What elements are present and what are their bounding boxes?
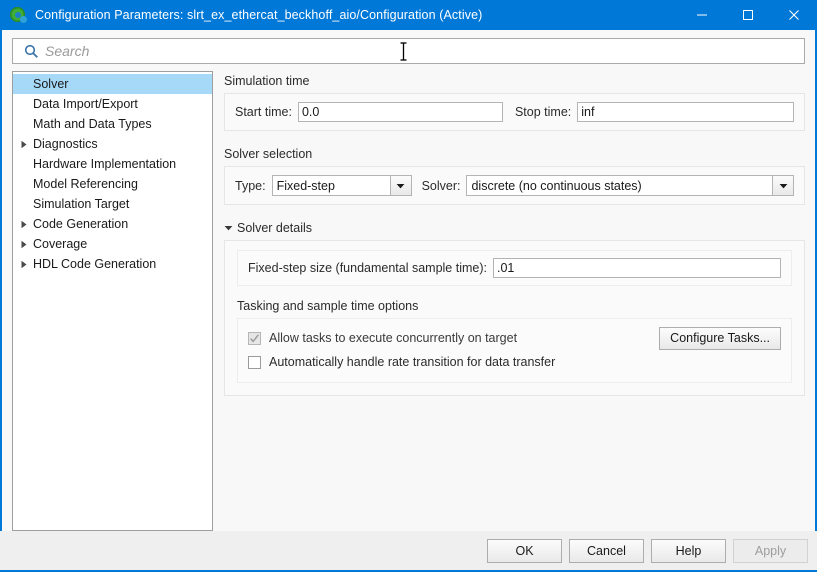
chevron-down-icon[interactable] (390, 176, 411, 195)
simulation-time-group: Start time: 0.0 Stop time: inf (224, 93, 805, 131)
search-icon (19, 44, 43, 59)
solver-selection-heading: Solver selection (224, 147, 805, 161)
fixed-step-size-group: Fixed-step size (fundamental sample time… (237, 250, 792, 286)
solver-details-expander[interactable]: Solver details (224, 221, 805, 235)
tree-item-label: Solver (31, 77, 68, 91)
tree-item-coverage[interactable]: Coverage (13, 234, 212, 254)
start-time-label: Start time: (235, 105, 292, 119)
tree-item-label: Code Generation (31, 217, 128, 231)
tree-item-label: HDL Code Generation (31, 257, 156, 271)
tree-item-solver[interactable]: Solver (13, 74, 212, 94)
allow-tasks-label: Allow tasks to execute concurrently on t… (269, 331, 517, 345)
search-row: Search (2, 30, 815, 71)
configuration-parameters-dialog: Configuration Parameters: slrt_ex_etherc… (0, 0, 817, 572)
dialog-footer: OK Cancel Help Apply (0, 531, 817, 570)
chevron-right-icon[interactable] (17, 240, 31, 249)
window-controls (679, 0, 817, 30)
allow-tasks-checkbox[interactable] (248, 332, 261, 345)
tasking-options-heading: Tasking and sample time options (237, 299, 792, 313)
configure-tasks-button[interactable]: Configure Tasks... (659, 327, 781, 350)
tree-item-hdl-code-generation[interactable]: HDL Code Generation (13, 254, 212, 274)
tree-item-label: Model Referencing (31, 177, 138, 191)
solver-select[interactable]: discrete (no continuous states) (466, 175, 794, 196)
tree-item-label: Coverage (31, 237, 87, 251)
tree-item-code-generation[interactable]: Code Generation (13, 214, 212, 234)
window-title: Configuration Parameters: slrt_ex_etherc… (35, 8, 679, 22)
tree-item-label: Math and Data Types (31, 117, 152, 131)
tree-item-label: Data Import/Export (31, 97, 138, 111)
auto-rate-transition-label: Automatically handle rate transition for… (269, 355, 555, 369)
chevron-down-icon[interactable] (772, 176, 793, 195)
solver-details-panel: Fixed-step size (fundamental sample time… (224, 240, 805, 396)
tree-item-label: Diagnostics (31, 137, 98, 151)
search-input[interactable]: Search (12, 38, 805, 64)
stop-time-label: Stop time: (515, 105, 571, 119)
stop-time-input[interactable]: inf (577, 102, 794, 122)
solver-value: discrete (no continuous states) (467, 176, 772, 195)
ok-button[interactable]: OK (487, 539, 562, 563)
title-bar: Configuration Parameters: slrt_ex_etherc… (0, 0, 817, 30)
allow-tasks-row: Allow tasks to execute concurrently on t… (248, 326, 781, 350)
cancel-button[interactable]: Cancel (569, 539, 644, 563)
tree-item-label: Hardware Implementation (31, 157, 176, 171)
dialog-body: Solver Data Import/Export Math and Data … (2, 71, 815, 531)
maximize-icon[interactable] (725, 0, 771, 30)
tree-item-label: Simulation Target (31, 197, 129, 211)
minimize-icon[interactable] (679, 0, 725, 30)
start-time-input[interactable]: 0.0 (298, 102, 503, 122)
close-icon[interactable] (771, 0, 817, 30)
solver-type-label: Type: (235, 179, 266, 193)
chevron-right-icon[interactable] (17, 140, 31, 149)
auto-rate-transition-row: Automatically handle rate transition for… (248, 350, 781, 374)
settings-tree[interactable]: Solver Data Import/Export Math and Data … (12, 71, 213, 531)
solver-label: Solver: (422, 179, 461, 193)
search-placeholder: Search (45, 43, 89, 59)
solver-selection-group: Type: Fixed-step Solver: discrete (no co… (224, 166, 805, 205)
tree-item-model-referencing[interactable]: Model Referencing (13, 174, 212, 194)
chevron-right-icon[interactable] (17, 220, 31, 229)
auto-rate-transition-checkbox[interactable] (248, 356, 261, 369)
solver-details-heading: Solver details (237, 221, 312, 235)
tree-item-diagnostics[interactable]: Diagnostics (13, 134, 212, 154)
fixed-step-size-input[interactable]: .01 (493, 258, 781, 278)
solver-type-select[interactable]: Fixed-step (272, 175, 412, 196)
chevron-right-icon[interactable] (17, 260, 31, 269)
tree-item-simulation-target[interactable]: Simulation Target (13, 194, 212, 214)
text-cursor-icon (399, 42, 408, 61)
tasking-options-group: Allow tasks to execute concurrently on t… (237, 318, 792, 383)
apply-button: Apply (733, 539, 808, 563)
fixed-step-size-label: Fixed-step size (fundamental sample time… (248, 261, 487, 275)
tree-item-hardware-implementation[interactable]: Hardware Implementation (13, 154, 212, 174)
solver-type-value: Fixed-step (273, 176, 390, 195)
help-button[interactable]: Help (651, 539, 726, 563)
tree-item-math-and-data-types[interactable]: Math and Data Types (13, 114, 212, 134)
settings-pane: Simulation time Start time: 0.0 Stop tim… (213, 71, 805, 531)
tree-item-data-import-export[interactable]: Data Import/Export (13, 94, 212, 114)
simulation-time-heading: Simulation time (224, 74, 805, 88)
chevron-down-icon[interactable] (224, 225, 237, 231)
simulink-config-icon (9, 6, 27, 24)
